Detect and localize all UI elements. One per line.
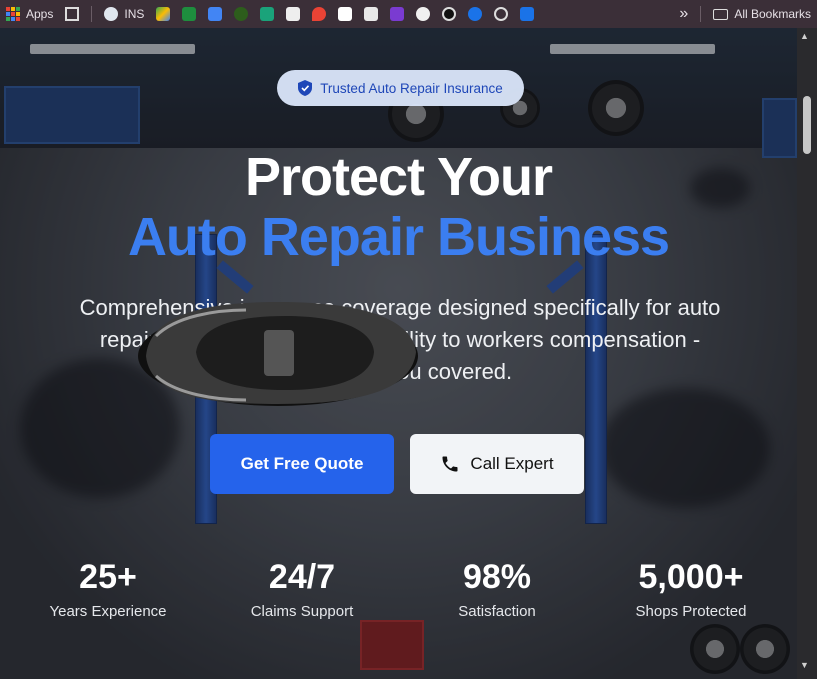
trust-badge: Trusted Auto Repair Insurance bbox=[277, 70, 524, 106]
hero-title-line2: Auto Repair Business bbox=[127, 207, 670, 267]
stat-label: Satisfaction bbox=[458, 603, 536, 620]
stat-label: Years Experience bbox=[49, 603, 167, 620]
stat-value: 5,000+ bbox=[638, 558, 744, 596]
bookmark-ext1[interactable] bbox=[228, 0, 254, 28]
bookmark-divider bbox=[91, 6, 93, 22]
bookmark-docs[interactable] bbox=[202, 0, 228, 28]
map-pin-icon bbox=[312, 7, 327, 21]
badge-icon bbox=[286, 7, 301, 21]
stat-item: 5,000+ Shops Protected bbox=[600, 558, 782, 620]
stat-value: 25+ bbox=[79, 558, 137, 596]
doc-icon bbox=[364, 7, 379, 21]
bookmark-maps[interactable] bbox=[306, 0, 332, 28]
get-free-quote-label: Get Free Quote bbox=[240, 454, 364, 473]
more-bookmarks-button[interactable]: » bbox=[673, 0, 694, 28]
call-expert-label: Call Expert bbox=[470, 454, 554, 473]
scroll-up-arrow-icon[interactable]: ▲ bbox=[800, 31, 809, 41]
sheets-icon bbox=[182, 7, 197, 21]
apps-grid-icon bbox=[6, 7, 20, 21]
stat-item: 24/7 Claims Support bbox=[224, 558, 380, 620]
bookmark-divider bbox=[700, 6, 702, 22]
car-image bbox=[138, 302, 418, 406]
bookmark-ext7[interactable] bbox=[436, 0, 462, 28]
bookmark-ext8[interactable] bbox=[462, 0, 488, 28]
bookmark-openai[interactable] bbox=[488, 0, 514, 28]
bookmarks-bar: Apps INS » All Bookmarks bbox=[0, 0, 817, 28]
all-bookmarks-button[interactable]: All Bookmarks bbox=[707, 0, 817, 28]
scrollbar-thumb[interactable] bbox=[803, 96, 811, 154]
play-icon bbox=[468, 7, 483, 21]
docs-icon bbox=[208, 7, 223, 21]
disc-icon bbox=[442, 7, 457, 21]
drive-icon bbox=[156, 7, 171, 21]
bookmark-ext2[interactable] bbox=[254, 0, 280, 28]
globe-icon bbox=[104, 7, 119, 21]
stat-value: 24/7 bbox=[268, 558, 336, 596]
stat-value: 98% bbox=[462, 558, 532, 596]
bookmark-ins-label: INS bbox=[124, 7, 145, 21]
scroll-down-arrow-icon[interactable]: ▼ bbox=[800, 660, 809, 670]
stat-item: 98% Satisfaction bbox=[419, 558, 575, 620]
get-free-quote-button[interactable]: Get Free Quote bbox=[210, 434, 394, 494]
nodes-icon bbox=[390, 7, 405, 21]
bookmark-apps[interactable]: Apps bbox=[0, 0, 59, 28]
bookmark-github[interactable] bbox=[410, 0, 436, 28]
bookmark-sheets[interactable] bbox=[176, 0, 202, 28]
bookmark-apps-label: Apps bbox=[26, 7, 54, 21]
doc-icon bbox=[338, 7, 353, 21]
circle-icon bbox=[234, 7, 249, 21]
stat-label: Shops Protected bbox=[635, 603, 747, 620]
bookmark-ext6[interactable] bbox=[384, 0, 410, 28]
github-icon bbox=[416, 7, 431, 21]
folder-icon bbox=[713, 8, 729, 20]
stat-item: 25+ Years Experience bbox=[30, 558, 186, 620]
phone-icon bbox=[442, 456, 458, 472]
openai-icon bbox=[494, 7, 509, 21]
all-bookmarks-label: All Bookmarks bbox=[734, 7, 811, 21]
grid-icon bbox=[65, 7, 80, 21]
page-viewport: Trusted Auto Repair Insurance Protect Yo… bbox=[0, 28, 797, 679]
bookmark-drive[interactable] bbox=[150, 0, 176, 28]
stats-row: 25+ Years Experience 24/7 Claims Support… bbox=[0, 558, 797, 638]
square-icon bbox=[520, 7, 535, 21]
bookmark-ext3[interactable] bbox=[280, 0, 306, 28]
bookmark-ins[interactable]: INS bbox=[98, 0, 150, 28]
trust-badge-label: Trusted Auto Repair Insurance bbox=[320, 80, 503, 96]
bookmark-ext4[interactable] bbox=[332, 0, 358, 28]
call-expert-button[interactable]: Call Expert bbox=[410, 434, 584, 494]
chevron-double-icon: » bbox=[679, 5, 689, 22]
stat-label: Claims Support bbox=[250, 603, 354, 620]
bookmark-grid[interactable] bbox=[59, 0, 85, 28]
bookmark-ext5[interactable] bbox=[358, 0, 384, 28]
bookmark-ext9[interactable] bbox=[514, 0, 540, 28]
hero-title-line1: Protect Your bbox=[244, 147, 553, 207]
shield-check-icon bbox=[298, 80, 313, 96]
chart-icon bbox=[260, 7, 275, 21]
